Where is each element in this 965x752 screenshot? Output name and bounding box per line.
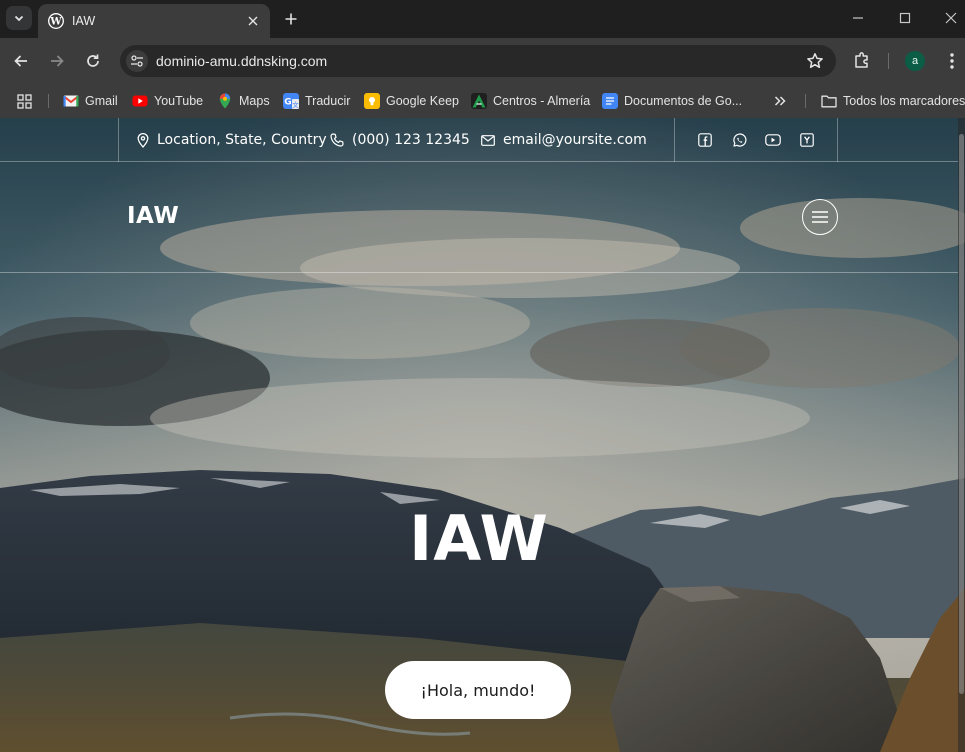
phone-icon — [330, 133, 344, 147]
tab-search-button[interactable] — [6, 6, 32, 30]
docs-icon — [602, 93, 618, 109]
svg-text:W: W — [49, 17, 62, 28]
reload-icon — [87, 54, 99, 67]
bookmarks-bar: Gmail YouTube Maps G文 Traducir Google Ke… — [0, 84, 965, 118]
extensions-button[interactable] — [851, 49, 873, 71]
active-tab[interactable]: W IAW — [38, 4, 270, 38]
tab-strip: W IAW — [0, 0, 965, 38]
site-info-button[interactable] — [126, 50, 148, 72]
yelp-icon — [800, 133, 814, 147]
bookmarks-separator — [805, 94, 806, 108]
facebook-link[interactable] — [696, 131, 714, 149]
menu-toggle-button[interactable] — [802, 199, 838, 235]
youtube-icon — [765, 134, 781, 146]
topbar-divider — [674, 118, 675, 162]
tune-icon — [131, 55, 143, 67]
wordpress-icon: W — [48, 13, 64, 29]
tab-title: IAW — [72, 14, 96, 28]
bookmark-label: Maps — [239, 94, 270, 108]
maps-icon — [217, 93, 233, 109]
browser-menu-button[interactable] — [942, 51, 962, 71]
bookmark-label: Documentos de Go... — [624, 94, 743, 108]
folder-icon — [821, 93, 837, 109]
translate-icon: G文 — [283, 93, 299, 109]
maximize-button[interactable] — [893, 6, 917, 30]
bookmarks-separator — [48, 94, 49, 108]
reload-button[interactable] — [81, 49, 105, 73]
forward-button[interactable] — [45, 49, 69, 73]
close-icon — [945, 12, 957, 24]
close-tab-icon[interactable] — [244, 12, 262, 30]
topbar-phone[interactable]: (000) 123 12345 — [330, 130, 470, 150]
all-bookmarks-label: Todos los marcadores — [843, 94, 965, 108]
facebook-icon — [698, 133, 712, 147]
apps-grid-icon — [17, 93, 32, 109]
bookmark-star-icon[interactable] — [806, 52, 824, 70]
arrow-left-icon — [14, 55, 27, 67]
gmail-icon — [63, 93, 79, 109]
new-tab-button[interactable] — [280, 8, 302, 30]
puzzle-icon — [855, 52, 868, 68]
whatsapp-link[interactable] — [730, 131, 748, 149]
email-icon — [481, 134, 495, 146]
bookmark-youtube[interactable]: YouTube — [132, 90, 203, 112]
email-text: email@yoursite.com — [503, 132, 647, 148]
svg-text:G: G — [284, 98, 291, 108]
hero-cta-button[interactable]: ¡Hola, mundo! — [385, 661, 571, 719]
youtube-link[interactable] — [764, 131, 782, 149]
page-viewport: Location, State, Country (000) 123 12345… — [0, 118, 965, 752]
double-chevron-right-icon — [774, 96, 786, 106]
apps-button[interactable] — [17, 90, 32, 112]
bookmark-label: Google Keep — [386, 94, 459, 108]
minimize-icon — [853, 17, 863, 19]
youtube-icon — [132, 93, 148, 109]
location-text: Location, State, Country — [157, 132, 327, 148]
bookmark-google-keep[interactable]: Google Keep — [364, 90, 459, 112]
bookmark-label: Centros - Almería — [493, 94, 591, 108]
hamburger-menu-icon — [812, 211, 828, 223]
bookmark-centros[interactable]: Centros - Almería — [471, 90, 590, 112]
site-topbar: Location, State, Country (000) 123 12345… — [0, 118, 958, 162]
toolbar-divider — [888, 53, 889, 69]
location-pin-icon — [137, 132, 149, 148]
arrow-right-icon — [51, 55, 64, 67]
more-vertical-icon — [950, 53, 954, 69]
back-button[interactable] — [9, 49, 33, 73]
close-window-button[interactable] — [939, 6, 963, 30]
more-bookmarks-button[interactable] — [774, 90, 786, 112]
chevron-down-icon — [14, 15, 24, 22]
minimize-button[interactable] — [846, 6, 870, 30]
yelp-link[interactable] — [798, 131, 816, 149]
keep-icon — [364, 93, 380, 109]
whatsapp-icon — [732, 132, 746, 147]
bookmark-traducir[interactable]: G文 Traducir — [283, 90, 350, 112]
bookmark-gmail[interactable]: Gmail — [63, 90, 118, 112]
bookmark-label: Traducir — [305, 94, 351, 108]
maximize-icon — [899, 12, 911, 24]
hero-title: IAW — [409, 502, 549, 575]
page-scrollbar[interactable] — [958, 118, 965, 752]
topbar-location: Location, State, Country — [137, 130, 327, 150]
bookmark-label: Gmail — [85, 94, 118, 108]
topbar-email[interactable]: email@yoursite.com — [481, 130, 647, 150]
url-text[interactable]: dominio-amu.ddnsking.com — [156, 53, 327, 69]
browser-toolbar: dominio-amu.ddnsking.com a — [0, 38, 965, 84]
bookmark-label: YouTube — [154, 94, 204, 108]
bookmark-documentos[interactable]: Documentos de Go... — [602, 90, 742, 112]
scrollbar-thumb[interactable] — [959, 134, 964, 694]
address-bar[interactable]: dominio-amu.ddnsking.com — [120, 45, 836, 77]
centros-icon — [471, 93, 487, 109]
plus-icon — [285, 13, 297, 25]
bookmark-maps[interactable]: Maps — [217, 90, 270, 112]
phone-text: (000) 123 12345 — [352, 132, 470, 148]
site-title[interactable]: IAW — [127, 203, 179, 229]
svg-text:文: 文 — [292, 100, 299, 109]
site-header: IAW — [0, 163, 958, 273]
all-bookmarks-button[interactable]: Todos los marcadores — [821, 90, 965, 112]
profile-avatar[interactable]: a — [905, 51, 925, 71]
